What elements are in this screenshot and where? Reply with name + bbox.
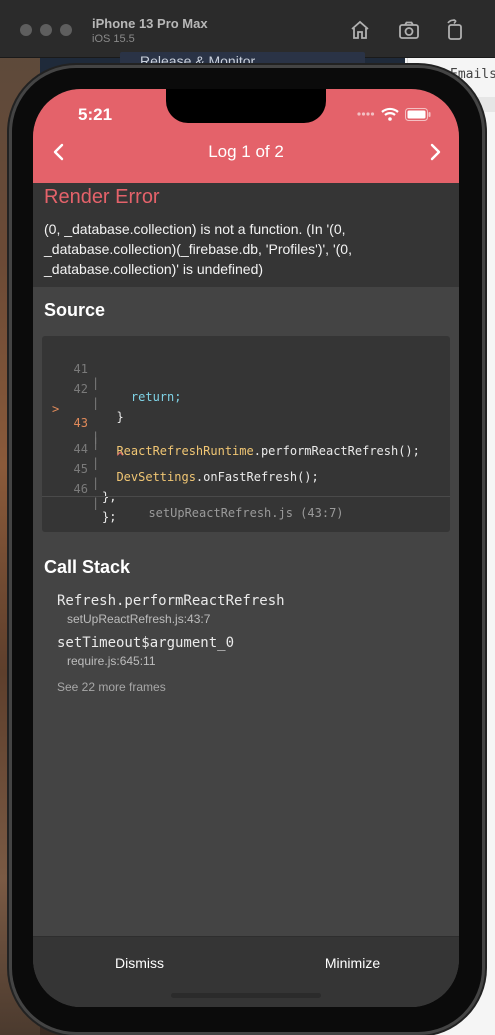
code-line: 44 | DevSettings.onFastRefresh(); [42,428,450,484]
source-section-title: Source [44,300,106,320]
call-stack-title: Call Stack [44,557,131,577]
phone-screen: Log 1 of 2 5:21 Render Error (0, _databa… [33,89,459,1007]
log-counter: Log 1 of 2 [208,142,284,161]
home-indicator[interactable] [171,993,321,998]
minimize-button[interactable]: Minimize [246,937,459,987]
line-number: 46 [73,482,88,496]
battery-icon [405,107,431,121]
code-line: 45 | }, [42,448,450,504]
error-message: (0, _database.collection) is not a funct… [44,221,352,277]
divider [42,496,450,497]
code-line: 46 | }; [42,468,450,524]
window-minimize-button[interactable] [40,24,52,36]
code-line: 42 | } [42,368,450,424]
error-title: Render Error [44,186,160,208]
status-icons [357,107,431,121]
dismiss-button[interactable]: Dismiss [33,937,246,987]
stack-frame-name[interactable]: Refresh.performReactRefresh [57,593,285,609]
code-line-active: > 43 | ReactRefreshRuntime.performReactR… [42,388,450,458]
code-line: 41 | return; [42,348,450,404]
stack-frame-location: require.js:645:11 [67,654,156,668]
stack-frame-location: setUpReactRefresh.js:43:7 [67,612,211,626]
source-file-location[interactable]: setUpReactRefresh.js (43:7) [42,506,450,520]
signal-dots-icon [357,112,375,116]
see-more-frames-button[interactable]: See 22 more frames [57,680,166,694]
window-close-button[interactable] [20,24,32,36]
window-zoom-button[interactable] [60,24,72,36]
os-version: iOS 15.5 [92,33,135,45]
source-code-frame[interactable]: 41 | return; 42 | } > 43 | ReactRefreshR… [42,336,450,532]
screenshot-icon[interactable] [397,18,421,42]
code-line: | ^ [42,408,450,464]
home-icon[interactable] [348,18,372,42]
editor-line: Emails [450,67,495,82]
code-text: }, [102,490,117,504]
device-name: iPhone 13 Pro Max [92,16,208,31]
simulator-titlebar: iPhone 13 Pro Max iOS 15.5 [0,0,495,58]
status-time: 5:21 [78,105,113,124]
chevron-right-icon[interactable] [423,141,447,163]
wifi-icon [381,107,399,121]
rotate-icon[interactable] [443,18,467,42]
stack-frame-name[interactable]: setTimeout$argument_0 [57,635,234,651]
notch [166,89,326,123]
